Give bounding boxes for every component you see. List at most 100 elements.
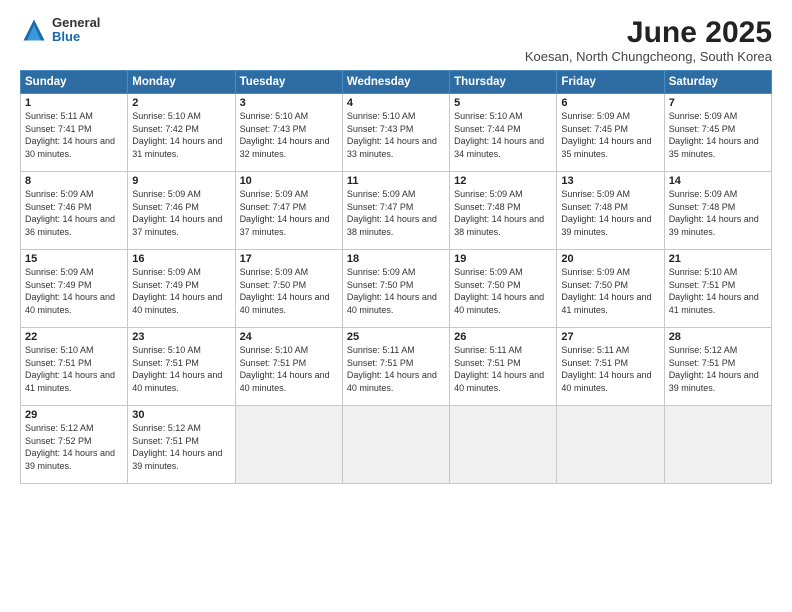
day-number: 28 bbox=[669, 331, 767, 343]
calendar-cell bbox=[342, 406, 449, 484]
col-header-wednesday: Wednesday bbox=[342, 71, 449, 94]
calendar-cell: 16Sunrise: 5:09 AMSunset: 7:49 PMDayligh… bbox=[128, 250, 235, 328]
day-number: 2 bbox=[132, 97, 230, 109]
logo-text: General Blue bbox=[52, 16, 100, 45]
calendar-cell: 20Sunrise: 5:09 AMSunset: 7:50 PMDayligh… bbox=[557, 250, 664, 328]
calendar-cell: 9Sunrise: 5:09 AMSunset: 7:46 PMDaylight… bbox=[128, 172, 235, 250]
day-number: 27 bbox=[561, 331, 659, 343]
calendar-cell: 19Sunrise: 5:09 AMSunset: 7:50 PMDayligh… bbox=[450, 250, 557, 328]
calendar-week-3: 15Sunrise: 5:09 AMSunset: 7:49 PMDayligh… bbox=[21, 250, 772, 328]
day-detail: Sunrise: 5:11 AMSunset: 7:51 PMDaylight:… bbox=[347, 344, 445, 394]
day-number: 26 bbox=[454, 331, 552, 343]
day-number: 17 bbox=[240, 253, 338, 265]
calendar-cell: 29Sunrise: 5:12 AMSunset: 7:52 PMDayligh… bbox=[21, 406, 128, 484]
page-header: General Blue June 2025 Koesan, North Chu… bbox=[20, 16, 772, 64]
calendar-cell: 22Sunrise: 5:10 AMSunset: 7:51 PMDayligh… bbox=[21, 328, 128, 406]
day-number: 9 bbox=[132, 175, 230, 187]
logo: General Blue bbox=[20, 16, 100, 45]
calendar-cell: 7Sunrise: 5:09 AMSunset: 7:45 PMDaylight… bbox=[664, 94, 771, 172]
day-detail: Sunrise: 5:10 AMSunset: 7:51 PMDaylight:… bbox=[25, 344, 123, 394]
calendar-cell: 25Sunrise: 5:11 AMSunset: 7:51 PMDayligh… bbox=[342, 328, 449, 406]
calendar-cell: 26Sunrise: 5:11 AMSunset: 7:51 PMDayligh… bbox=[450, 328, 557, 406]
day-number: 19 bbox=[454, 253, 552, 265]
calendar-cell: 24Sunrise: 5:10 AMSunset: 7:51 PMDayligh… bbox=[235, 328, 342, 406]
day-number: 25 bbox=[347, 331, 445, 343]
day-number: 11 bbox=[347, 175, 445, 187]
day-detail: Sunrise: 5:09 AMSunset: 7:45 PMDaylight:… bbox=[669, 110, 767, 160]
calendar-cell: 30Sunrise: 5:12 AMSunset: 7:51 PMDayligh… bbox=[128, 406, 235, 484]
day-detail: Sunrise: 5:10 AMSunset: 7:51 PMDaylight:… bbox=[240, 344, 338, 394]
col-header-saturday: Saturday bbox=[664, 71, 771, 94]
day-number: 16 bbox=[132, 253, 230, 265]
day-number: 22 bbox=[25, 331, 123, 343]
day-number: 23 bbox=[132, 331, 230, 343]
day-number: 14 bbox=[669, 175, 767, 187]
calendar-cell: 21Sunrise: 5:10 AMSunset: 7:51 PMDayligh… bbox=[664, 250, 771, 328]
day-number: 10 bbox=[240, 175, 338, 187]
day-number: 18 bbox=[347, 253, 445, 265]
day-detail: Sunrise: 5:09 AMSunset: 7:50 PMDaylight:… bbox=[240, 266, 338, 316]
day-number: 3 bbox=[240, 97, 338, 109]
day-detail: Sunrise: 5:09 AMSunset: 7:48 PMDaylight:… bbox=[669, 188, 767, 238]
day-number: 21 bbox=[669, 253, 767, 265]
calendar-cell bbox=[235, 406, 342, 484]
day-detail: Sunrise: 5:09 AMSunset: 7:48 PMDaylight:… bbox=[561, 188, 659, 238]
day-detail: Sunrise: 5:12 AMSunset: 7:51 PMDaylight:… bbox=[669, 344, 767, 394]
calendar-cell: 11Sunrise: 5:09 AMSunset: 7:47 PMDayligh… bbox=[342, 172, 449, 250]
day-detail: Sunrise: 5:09 AMSunset: 7:49 PMDaylight:… bbox=[25, 266, 123, 316]
calendar-cell: 15Sunrise: 5:09 AMSunset: 7:49 PMDayligh… bbox=[21, 250, 128, 328]
page-subtitle: Koesan, North Chungcheong, South Korea bbox=[525, 49, 772, 64]
col-header-tuesday: Tuesday bbox=[235, 71, 342, 94]
day-detail: Sunrise: 5:12 AMSunset: 7:52 PMDaylight:… bbox=[25, 422, 123, 472]
col-header-thursday: Thursday bbox=[450, 71, 557, 94]
day-detail: Sunrise: 5:09 AMSunset: 7:46 PMDaylight:… bbox=[132, 188, 230, 238]
day-detail: Sunrise: 5:11 AMSunset: 7:51 PMDaylight:… bbox=[454, 344, 552, 394]
calendar-cell bbox=[664, 406, 771, 484]
day-number: 20 bbox=[561, 253, 659, 265]
day-detail: Sunrise: 5:09 AMSunset: 7:47 PMDaylight:… bbox=[347, 188, 445, 238]
col-header-monday: Monday bbox=[128, 71, 235, 94]
calendar-cell bbox=[557, 406, 664, 484]
calendar-cell: 23Sunrise: 5:10 AMSunset: 7:51 PMDayligh… bbox=[128, 328, 235, 406]
calendar-week-2: 8 Sunrise: 5:09 AMSunset: 7:46 PMDaylight… bbox=[21, 172, 772, 250]
day-number: 12 bbox=[454, 175, 552, 187]
day-detail: Sunrise: 5:09 AMSunset: 7:45 PMDaylight:… bbox=[561, 110, 659, 160]
logo-general-text: General bbox=[52, 16, 100, 30]
day-number: 5 bbox=[454, 97, 552, 109]
calendar-cell: 4Sunrise: 5:10 AMSunset: 7:43 PMDaylight… bbox=[342, 94, 449, 172]
day-detail: Sunrise: 5:10 AMSunset: 7:43 PMDaylight:… bbox=[347, 110, 445, 160]
day-detail: Sunrise: 5:09 AMSunset: 7:50 PMDaylight:… bbox=[454, 266, 552, 316]
day-detail: Sunrise: 5:09 AMSunset: 7:47 PMDaylight:… bbox=[240, 188, 338, 238]
calendar-header-row: SundayMondayTuesdayWednesdayThursdayFrid… bbox=[21, 71, 772, 94]
calendar-cell: 12Sunrise: 5:09 AMSunset: 7:48 PMDayligh… bbox=[450, 172, 557, 250]
calendar-week-4: 22Sunrise: 5:10 AMSunset: 7:51 PMDayligh… bbox=[21, 328, 772, 406]
calendar-cell: 6Sunrise: 5:09 AMSunset: 7:45 PMDaylight… bbox=[557, 94, 664, 172]
page-title: June 2025 bbox=[525, 16, 772, 49]
day-detail: Sunrise: 5:10 AMSunset: 7:42 PMDaylight:… bbox=[132, 110, 230, 160]
col-header-sunday: Sunday bbox=[21, 71, 128, 94]
day-number: 24 bbox=[240, 331, 338, 343]
logo-icon bbox=[20, 16, 48, 44]
calendar-cell: 14Sunrise: 5:09 AMSunset: 7:48 PMDayligh… bbox=[664, 172, 771, 250]
day-number: 15 bbox=[25, 253, 123, 265]
calendar-cell: 28Sunrise: 5:12 AMSunset: 7:51 PMDayligh… bbox=[664, 328, 771, 406]
calendar-cell: 5Sunrise: 5:10 AMSunset: 7:44 PMDaylight… bbox=[450, 94, 557, 172]
day-number: 13 bbox=[561, 175, 659, 187]
day-detail: Sunrise: 5:09 AMSunset: 7:49 PMDaylight:… bbox=[132, 266, 230, 316]
calendar-page: General Blue June 2025 Koesan, North Chu… bbox=[0, 0, 792, 612]
title-block: June 2025 Koesan, North Chungcheong, Sou… bbox=[525, 16, 772, 64]
calendar-cell: 1Sunrise: 5:11 AMSunset: 7:41 PMDaylight… bbox=[21, 94, 128, 172]
calendar-cell: 10Sunrise: 5:09 AMSunset: 7:47 PMDayligh… bbox=[235, 172, 342, 250]
logo-blue-text: Blue bbox=[52, 30, 100, 44]
day-detail: Sunrise: 5:11 AMSunset: 7:41 PMDaylight:… bbox=[25, 110, 123, 160]
day-detail: Sunrise: 5:10 AMSunset: 7:51 PMDaylight:… bbox=[132, 344, 230, 394]
day-detail: Sunrise: 5:09 AMSunset: 7:50 PMDaylight:… bbox=[561, 266, 659, 316]
calendar-week-5: 29Sunrise: 5:12 AMSunset: 7:52 PMDayligh… bbox=[21, 406, 772, 484]
calendar-cell: 27Sunrise: 5:11 AMSunset: 7:51 PMDayligh… bbox=[557, 328, 664, 406]
calendar-cell bbox=[450, 406, 557, 484]
day-number: 6 bbox=[561, 97, 659, 109]
day-number: 8 bbox=[25, 175, 123, 187]
calendar-cell: 8Sunrise: 5:09 AMSunset: 7:46 PMDaylight… bbox=[21, 172, 128, 250]
day-detail: Sunrise: 5:10 AMSunset: 7:43 PMDaylight:… bbox=[240, 110, 338, 160]
day-detail: Sunrise: 5:12 AMSunset: 7:51 PMDaylight:… bbox=[132, 422, 230, 472]
